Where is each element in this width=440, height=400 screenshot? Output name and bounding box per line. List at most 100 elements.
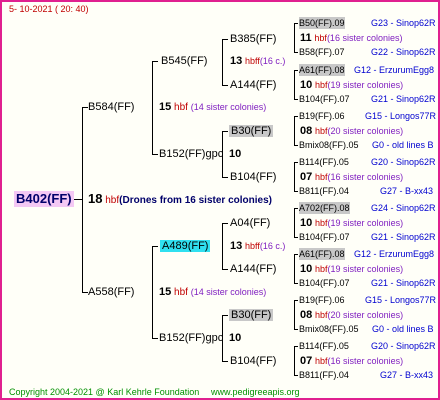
- report-date: 5- 10-2021 ( 20: 40): [9, 4, 89, 14]
- g3-2-drone-info: 08 hbf(20 sister colonies): [300, 125, 403, 138]
- g2-queen-b152-b[interactable]: B152(FF)gpc: [159, 332, 223, 344]
- connector-g3-2-top: [222, 131, 228, 132]
- connector-g4-7-top: [294, 300, 298, 301]
- g3-6-drone-count: 08: [300, 309, 313, 321]
- sire-drone-info: 15 hbf (14 sister colonies): [159, 101, 266, 114]
- connector-g4-2: [294, 70, 295, 99]
- connector-g2-b-bottom: [152, 338, 158, 339]
- g3-queen-a144-b[interactable]: A144(FF): [230, 263, 276, 275]
- g3-0-note: (16 sister colonies): [326, 33, 403, 43]
- root-queen[interactable]: B402(FF): [14, 191, 74, 207]
- g3-queen-b104-b[interactable]: B104(FF): [230, 355, 276, 367]
- connector-g4-2-top: [294, 70, 298, 71]
- dam-drone-note: (14 sister colonies): [190, 287, 267, 297]
- g2-0-note: (16 c.): [259, 56, 286, 66]
- g2-2-drone-count: 13: [230, 240, 243, 252]
- g3-3-note: (16 sister colonies): [327, 172, 404, 182]
- connector-g3-2-bottom: [222, 177, 228, 178]
- g3-7-hbf: hbf: [315, 356, 328, 366]
- connector-g4-3: [294, 116, 295, 145]
- connector-g4-5-top: [294, 208, 298, 209]
- g3-5-hbf: hbf: [315, 264, 328, 274]
- connector-g4-4-bottom: [294, 191, 298, 192]
- root-drone-count: 18: [88, 191, 103, 206]
- g4-origin-11: G12 - ErzurumEgg8: [354, 249, 435, 259]
- connector-g2-a-top: [152, 61, 158, 62]
- g4-queen-7[interactable]: B114(FF).05: [299, 156, 349, 168]
- g3-5-note: (19 sister colonies): [327, 264, 404, 274]
- g3-4-hbf: hbf: [315, 218, 328, 228]
- g3-5-drone-info: 10 hbf(19 sister colonies): [300, 263, 403, 276]
- connector-g3-4-bottom: [222, 361, 228, 362]
- connector-g4-6-top: [294, 254, 298, 255]
- g2-queen-b545[interactable]: B545(FF): [161, 55, 207, 67]
- g3-queen-b30-b[interactable]: B30(FF): [229, 309, 274, 321]
- g4-queen-16[interactable]: B811(FF).04: [299, 369, 349, 381]
- g3-6-drone-info: 08 hbf(20 sister colonies): [300, 309, 403, 322]
- g4-queen-6[interactable]: Bmix08(FF).05: [299, 139, 359, 151]
- g4-origin-1: G23 - Sinop62R: [371, 18, 436, 28]
- sire-queen-b584[interactable]: B584(FF): [88, 101, 134, 113]
- connector-root: [74, 199, 82, 200]
- g4-origin-8: G27 - B-xx43: [380, 186, 434, 196]
- g4-queen-3[interactable]: A61(FF).08: [299, 64, 345, 76]
- connector-g2-b: [152, 246, 153, 338]
- g3-2-hbf: hbf: [315, 126, 328, 136]
- g4-queen-10[interactable]: B104(FF).07: [299, 231, 350, 243]
- g4-queen-4[interactable]: B104(FF).07: [299, 93, 350, 105]
- g4-queen-1[interactable]: B50(FF).09: [299, 17, 345, 29]
- connector-g4-6-bottom: [294, 283, 298, 284]
- g3-1-drone-info: 10 hbf(19 sister colonies): [300, 79, 403, 92]
- g4-origin-7: G20 - Sinop62R: [371, 157, 436, 167]
- g3-6-note: (20 sister colonies): [327, 310, 404, 320]
- g3-queen-b30-a[interactable]: B30(FF): [229, 125, 274, 137]
- g4-queen-2[interactable]: B58(FF).07: [299, 46, 345, 58]
- root-drone-info: 18 hbf(Drones from 16 sister colonies): [88, 191, 272, 207]
- connector-g3-1-top: [222, 39, 228, 40]
- root-drone-note: (Drones from 16 sister colonies): [119, 195, 272, 206]
- g4-queen-13[interactable]: B19(FF).06: [299, 294, 345, 306]
- g4-queen-14[interactable]: Bmix08(FF).05: [299, 323, 359, 335]
- connector-g4-5: [294, 208, 295, 237]
- connector-g4-2-bottom: [294, 99, 298, 100]
- g4-queen-12[interactable]: B104(FF).07: [299, 277, 350, 289]
- g4-queen-9[interactable]: A702(FF).08: [299, 202, 350, 214]
- g4-queen-11[interactable]: A61(FF).08: [299, 248, 345, 260]
- g4-queen-5[interactable]: B19(FF).06: [299, 110, 345, 122]
- g3-4-drone-info: 10 hbf(19 sister colonies): [300, 217, 403, 230]
- g3-queen-b104-a[interactable]: B104(FF): [230, 171, 276, 183]
- g2-1-drone-count: 10: [229, 148, 242, 160]
- dam-drone-info: 15 hbf (14 sister colonies): [159, 286, 266, 299]
- g2-queen-a489[interactable]: A489(FF): [160, 240, 211, 252]
- g2-2-hbf: hbff: [245, 241, 260, 251]
- connector-g4-1-bottom: [294, 52, 298, 53]
- connector-g4-1-top: [294, 23, 298, 24]
- g3-queen-a04[interactable]: A04(FF): [230, 217, 270, 229]
- g2-3-drone-count: 10: [229, 332, 242, 344]
- connector-g2-a: [152, 61, 153, 154]
- connector-g4-4-top: [294, 162, 298, 163]
- g4-queen-15[interactable]: B114(FF).05: [299, 340, 349, 352]
- g4-origin-4: G21 - Sinop62R: [371, 94, 436, 104]
- connector-g3-3-bottom: [222, 269, 228, 270]
- connector-g4-7: [294, 300, 295, 329]
- site-url[interactable]: www.pedigreeapis.org: [211, 386, 300, 398]
- root-hbf: hbf: [105, 195, 120, 206]
- connector-g4-6: [294, 254, 295, 283]
- g3-1-note: (19 sister colonies): [327, 80, 404, 90]
- g3-1-hbf: hbf: [315, 80, 328, 90]
- g4-origin-6: G0 - old lines B: [372, 140, 434, 150]
- g3-queen-a144-a[interactable]: A144(FF): [230, 79, 276, 91]
- g4-origin-9: G24 - Sinop62R: [371, 203, 436, 213]
- dam-queen-a558[interactable]: A558(FF): [88, 286, 134, 298]
- g3-2-note: (20 sister colonies): [327, 126, 404, 136]
- g3-0-drone-info: 11 hbf(16 sister colonies): [300, 32, 402, 45]
- g3-7-drone-info: 07 hbf(16 sister colonies): [300, 355, 403, 368]
- g3-queen-b385[interactable]: B385(FF): [230, 33, 276, 45]
- connector-g4-8: [294, 346, 295, 375]
- copyright-text: Copyright 2004-2021 @ Karl Kehrle Founda…: [9, 387, 200, 397]
- g2-queen-b152-a[interactable]: B152(FF)gpc: [159, 148, 223, 160]
- connector-g4-7-bottom: [294, 329, 298, 330]
- g4-queen-8[interactable]: B811(FF).04: [299, 185, 349, 197]
- sire-hbf: hbf: [174, 102, 188, 113]
